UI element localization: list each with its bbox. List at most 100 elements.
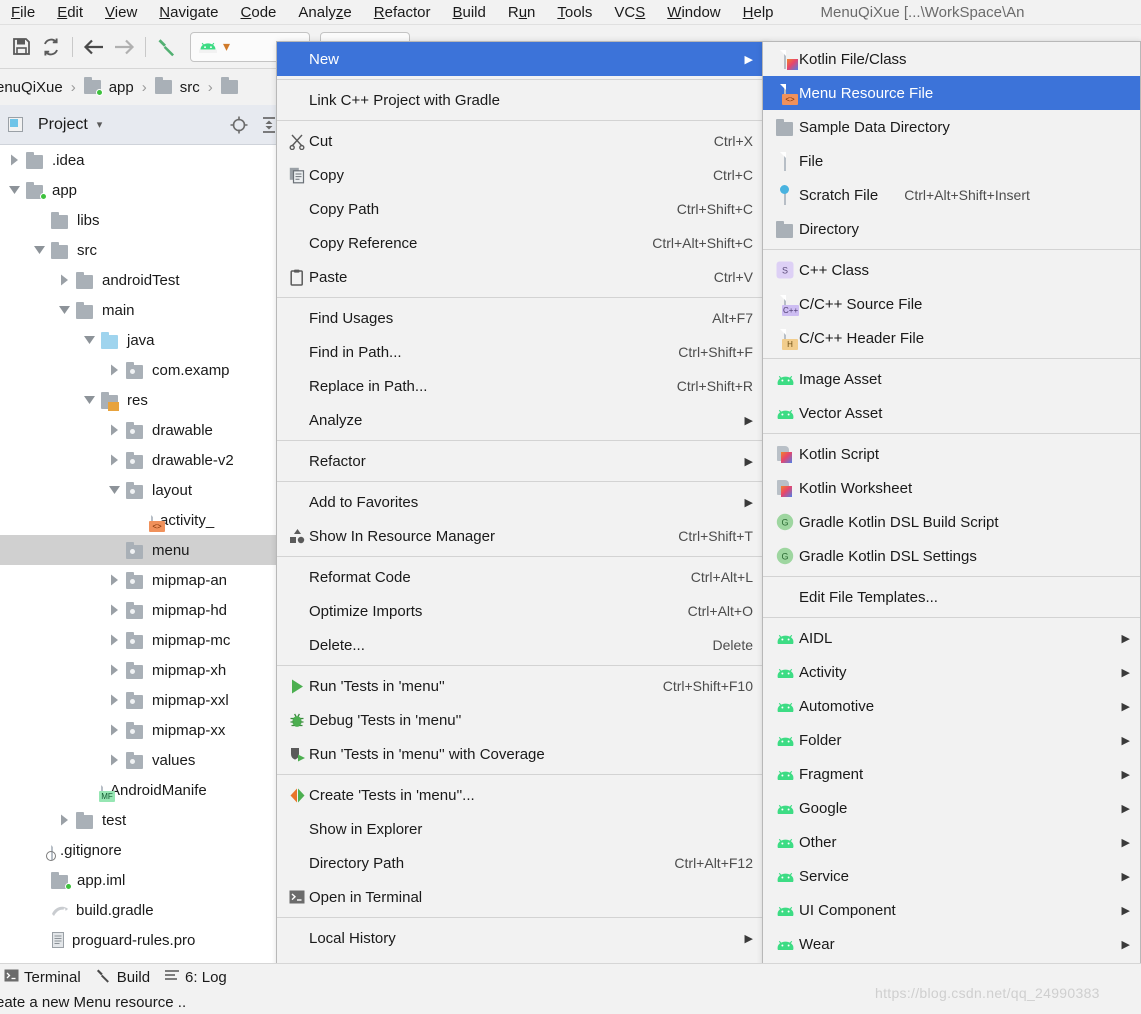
context-menu-item[interactable]: Directory Path Ctrl+Alt+F12 (277, 846, 765, 880)
submenu-item[interactable]: Kotlin Worksheet (763, 471, 1140, 505)
tree-row[interactable]: app.iml (0, 865, 290, 895)
tree-row[interactable]: libs (0, 205, 290, 235)
submenu-item[interactable]: Edit File Templates... (763, 580, 1140, 614)
context-menu-item[interactable]: Open in Terminal (277, 880, 765, 914)
arrow-left-icon[interactable] (79, 32, 109, 62)
context-menu-item[interactable]: Reformat Code Ctrl+Alt+L (277, 560, 765, 594)
context-menu-item[interactable]: Optimize Imports Ctrl+Alt+O (277, 594, 765, 628)
tree-expand-arrow[interactable] (83, 333, 97, 347)
submenu-item[interactable]: Scratch File Ctrl+Alt+Shift+Insert (763, 178, 1140, 212)
submenu-item[interactable]: G Gradle Kotlin DSL Build Script (763, 505, 1140, 539)
breadcrumb-item-src[interactable]: src (153, 77, 202, 96)
breadcrumb-item-project[interactable]: enuQiXue (0, 79, 65, 96)
tree-row[interactable]: .gitignore (0, 835, 290, 865)
tree-expand-arrow[interactable] (58, 813, 72, 827)
submenu-item[interactable]: UI Component ▶ (763, 893, 1140, 927)
tool-window-logcat[interactable]: 6: Log (164, 969, 227, 987)
tree-row[interactable]: res (0, 385, 290, 415)
tree-row[interactable]: src (0, 235, 290, 265)
breadcrumb-item-app[interactable]: app (82, 77, 136, 96)
context-menu-item[interactable]: New ▶ (277, 42, 765, 76)
tree-row[interactable]: mipmap-hd (0, 595, 290, 625)
tree-expand-arrow[interactable] (108, 663, 122, 677)
tree-expand-arrow[interactable] (108, 483, 122, 497)
tree-expand-arrow[interactable] (108, 723, 122, 737)
tree-row[interactable]: values (0, 745, 290, 775)
submenu-item[interactable]: File (763, 144, 1140, 178)
menubar-item-analyze[interactable]: Analyze (287, 0, 362, 25)
submenu-item[interactable]: AIDL ▶ (763, 621, 1140, 655)
context-menu-item[interactable]: Analyze ▶ (277, 403, 765, 437)
menubar-item-tools[interactable]: Tools (546, 0, 603, 25)
context-menu-item[interactable]: Link C++ Project with Gradle (277, 83, 765, 117)
tree-expand-arrow[interactable] (108, 753, 122, 767)
sync-icon[interactable] (36, 32, 66, 62)
tree-expand-arrow[interactable] (108, 633, 122, 647)
context-menu-item[interactable]: Show in Explorer (277, 812, 765, 846)
context-menu-item[interactable]: Refactor ▶ (277, 444, 765, 478)
tree-row[interactable]: androidTest (0, 265, 290, 295)
tree-row[interactable]: mipmap-xx (0, 715, 290, 745)
menubar-item-run[interactable]: Run (497, 0, 547, 25)
chevron-down-icon[interactable]: ▾ (97, 118, 103, 131)
submenu-item[interactable]: Activity ▶ (763, 655, 1140, 689)
tree-row[interactable]: MF AndroidManife (0, 775, 290, 805)
context-menu-item[interactable]: Paste Ctrl+V (277, 260, 765, 294)
tree-expand-arrow[interactable] (108, 603, 122, 617)
menubar-item-navigate[interactable]: Navigate (148, 0, 229, 25)
tree-row[interactable]: mipmap-mc (0, 625, 290, 655)
menubar-item-vcs[interactable]: VCS (603, 0, 656, 25)
save-icon[interactable] (6, 32, 36, 62)
context-menu-item[interactable]: Show In Resource Manager Ctrl+Shift+T (277, 519, 765, 553)
locate-icon[interactable] (230, 116, 248, 134)
tree-row[interactable]: proguard-rules.pro (0, 925, 290, 955)
tree-expand-arrow[interactable] (8, 153, 22, 167)
submenu-item[interactable]: H C/C++ Header File (763, 321, 1140, 355)
tree-row[interactable]: drawable-v2 (0, 445, 290, 475)
tool-window-build[interactable]: Build (95, 967, 150, 988)
menubar-item-view[interactable]: View (94, 0, 148, 25)
tree-expand-arrow[interactable] (108, 573, 122, 587)
submenu-item[interactable]: Folder ▶ (763, 723, 1140, 757)
tree-row[interactable]: .idea (0, 145, 290, 175)
menubar-item-help[interactable]: Help (732, 0, 785, 25)
menubar-item-edit[interactable]: Edit (46, 0, 94, 25)
tree-row[interactable]: menu (0, 535, 290, 565)
tree-expand-arrow[interactable] (58, 303, 72, 317)
submenu-item[interactable]: Kotlin File/Class (763, 42, 1140, 76)
tree-row[interactable]: layout (0, 475, 290, 505)
tree-expand-arrow[interactable] (58, 273, 72, 287)
tree-row[interactable]: mipmap-xh (0, 655, 290, 685)
tool-window-terminal[interactable]: Terminal (4, 968, 81, 987)
context-menu-item[interactable]: Run 'Tests in 'menu'' Ctrl+Shift+F10 (277, 669, 765, 703)
submenu-item[interactable]: Wear ▶ (763, 927, 1140, 961)
tree-row[interactable]: com.examp (0, 355, 290, 385)
tree-row[interactable]: mipmap-xxl (0, 685, 290, 715)
submenu-item[interactable]: <> Menu Resource File (763, 76, 1140, 110)
breadcrumb-item-next[interactable] (219, 77, 247, 94)
context-menu[interactable]: New ▶ Link C++ Project with Gradle Cut Ctrl+… (276, 41, 766, 1014)
tree-expand-arrow[interactable] (83, 393, 97, 407)
tree-expand-arrow[interactable] (108, 453, 122, 467)
submenu-item[interactable]: S C++ Class (763, 253, 1140, 287)
tree-row[interactable]: <> activity_ (0, 505, 290, 535)
project-tree[interactable]: .idea app libs src androidTest main java com.ex… (0, 145, 290, 965)
submenu-item[interactable]: G Gradle Kotlin DSL Settings (763, 539, 1140, 573)
submenu-item[interactable]: Vector Asset (763, 396, 1140, 430)
context-menu-item[interactable]: Copy Ctrl+C (277, 158, 765, 192)
submenu-item[interactable]: C++ C/C++ Source File (763, 287, 1140, 321)
menubar-item-build[interactable]: Build (441, 0, 496, 25)
tree-expand-arrow[interactable] (108, 423, 122, 437)
tree-row[interactable]: build.gradle (0, 895, 290, 925)
tree-row[interactable]: drawable (0, 415, 290, 445)
submenu-item[interactable]: Other ▶ (763, 825, 1140, 859)
menubar-item-code[interactable]: Code (230, 0, 288, 25)
tree-expand-arrow[interactable] (108, 693, 122, 707)
submenu-item[interactable]: Service ▶ (763, 859, 1140, 893)
submenu-item[interactable]: Image Asset (763, 362, 1140, 396)
context-menu-item[interactable]: Create 'Tests in 'menu''... (277, 778, 765, 812)
context-menu-item[interactable]: Debug 'Tests in 'menu'' (277, 703, 765, 737)
menubar-item-window[interactable]: Window (656, 0, 731, 25)
submenu-item[interactable]: Fragment ▶ (763, 757, 1140, 791)
context-menu-item[interactable]: Local History ▶ (277, 921, 765, 955)
